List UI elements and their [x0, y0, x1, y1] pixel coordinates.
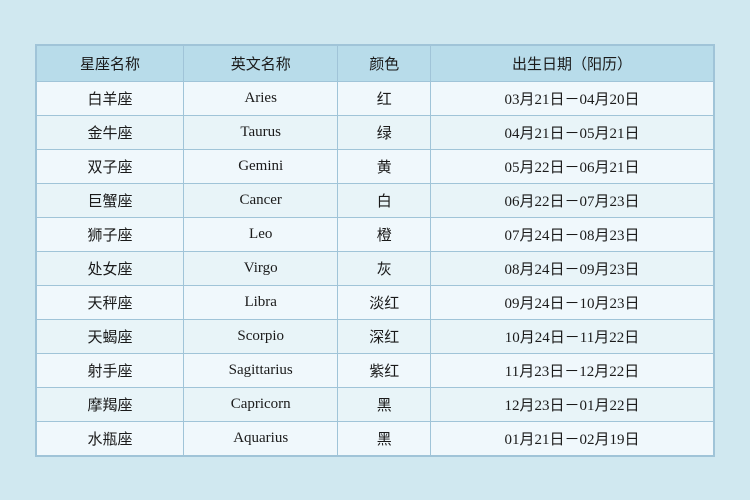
header-cn-name: 星座名称 [37, 45, 184, 81]
table-header-row: 星座名称 英文名称 颜色 出生日期（阳历） [37, 45, 714, 81]
cell-color: 黄 [338, 149, 431, 183]
cell-en-name: Libra [183, 285, 337, 319]
cell-en-name: Taurus [183, 115, 337, 149]
table-row: 水瓶座Aquarius黑01月21日－02月19日 [37, 421, 714, 455]
cell-date: 08月24日－09月23日 [430, 251, 713, 285]
table-row: 双子座Gemini黄05月22日－06月21日 [37, 149, 714, 183]
header-en-name: 英文名称 [183, 45, 337, 81]
cell-cn-name: 摩羯座 [37, 387, 184, 421]
cell-date: 07月24日－08月23日 [430, 217, 713, 251]
cell-color: 灰 [338, 251, 431, 285]
cell-en-name: Leo [183, 217, 337, 251]
header-date: 出生日期（阳历） [430, 45, 713, 81]
table-row: 白羊座Aries红03月21日－04月20日 [37, 81, 714, 115]
cell-en-name: Cancer [183, 183, 337, 217]
cell-cn-name: 双子座 [37, 149, 184, 183]
cell-en-name: Aries [183, 81, 337, 115]
cell-cn-name: 处女座 [37, 251, 184, 285]
cell-cn-name: 白羊座 [37, 81, 184, 115]
cell-cn-name: 天秤座 [37, 285, 184, 319]
cell-color: 白 [338, 183, 431, 217]
cell-color: 黑 [338, 421, 431, 455]
cell-cn-name: 金牛座 [37, 115, 184, 149]
zodiac-table: 星座名称 英文名称 颜色 出生日期（阳历） 白羊座Aries红03月21日－04… [36, 45, 714, 456]
cell-en-name: Virgo [183, 251, 337, 285]
cell-date: 03月21日－04月20日 [430, 81, 713, 115]
cell-color: 橙 [338, 217, 431, 251]
cell-date: 11月23日－12月22日 [430, 353, 713, 387]
cell-en-name: Gemini [183, 149, 337, 183]
cell-en-name: Sagittarius [183, 353, 337, 387]
cell-color: 黑 [338, 387, 431, 421]
cell-color: 红 [338, 81, 431, 115]
cell-cn-name: 狮子座 [37, 217, 184, 251]
table-body: 白羊座Aries红03月21日－04月20日金牛座Taurus绿04月21日－0… [37, 81, 714, 455]
table-row: 天蝎座Scorpio深红10月24日－11月22日 [37, 319, 714, 353]
cell-date: 04月21日－05月21日 [430, 115, 713, 149]
cell-color: 深红 [338, 319, 431, 353]
zodiac-table-container: 星座名称 英文名称 颜色 出生日期（阳历） 白羊座Aries红03月21日－04… [35, 44, 715, 457]
cell-date: 01月21日－02月19日 [430, 421, 713, 455]
cell-en-name: Scorpio [183, 319, 337, 353]
cell-cn-name: 射手座 [37, 353, 184, 387]
cell-color: 淡红 [338, 285, 431, 319]
table-row: 射手座Sagittarius紫红11月23日－12月22日 [37, 353, 714, 387]
cell-date: 09月24日－10月23日 [430, 285, 713, 319]
table-row: 狮子座Leo橙07月24日－08月23日 [37, 217, 714, 251]
cell-en-name: Capricorn [183, 387, 337, 421]
cell-color: 紫红 [338, 353, 431, 387]
cell-cn-name: 巨蟹座 [37, 183, 184, 217]
cell-date: 05月22日－06月21日 [430, 149, 713, 183]
table-row: 处女座Virgo灰08月24日－09月23日 [37, 251, 714, 285]
cell-cn-name: 天蝎座 [37, 319, 184, 353]
header-color: 颜色 [338, 45, 431, 81]
table-row: 天秤座Libra淡红09月24日－10月23日 [37, 285, 714, 319]
cell-cn-name: 水瓶座 [37, 421, 184, 455]
cell-date: 12月23日－01月22日 [430, 387, 713, 421]
cell-en-name: Aquarius [183, 421, 337, 455]
table-row: 巨蟹座Cancer白06月22日－07月23日 [37, 183, 714, 217]
table-row: 金牛座Taurus绿04月21日－05月21日 [37, 115, 714, 149]
table-row: 摩羯座Capricorn黑12月23日－01月22日 [37, 387, 714, 421]
cell-color: 绿 [338, 115, 431, 149]
cell-date: 06月22日－07月23日 [430, 183, 713, 217]
cell-date: 10月24日－11月22日 [430, 319, 713, 353]
